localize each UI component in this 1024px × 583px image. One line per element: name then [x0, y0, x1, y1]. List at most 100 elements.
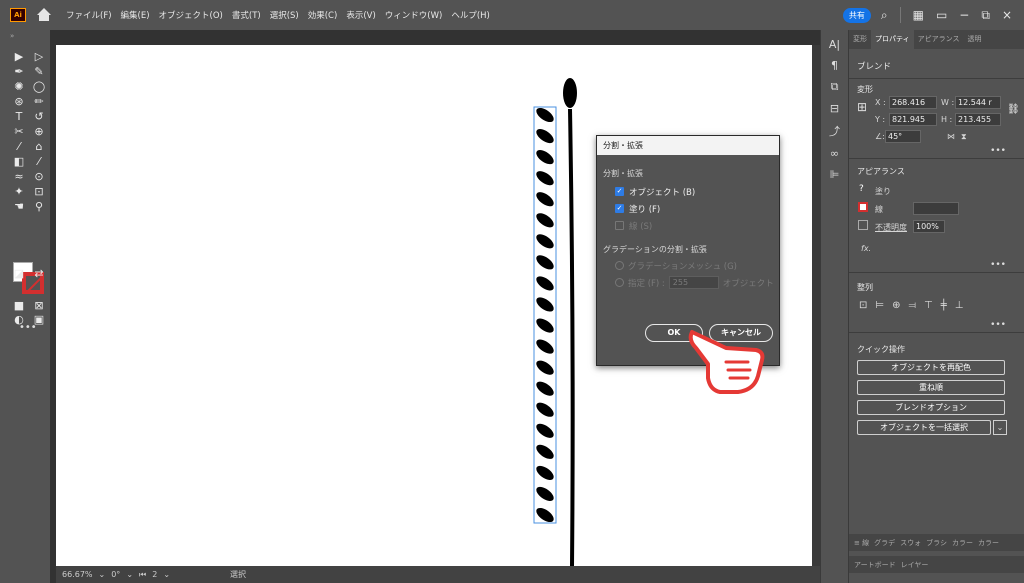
zoom-tool-icon[interactable]: ⚲: [32, 200, 46, 213]
chevron-down-icon[interactable]: ⌄: [126, 570, 133, 579]
more-options-icon[interactable]: •••: [990, 320, 1006, 330]
recolor-button[interactable]: オブジェクトを再配色: [857, 360, 1005, 375]
arrange-button[interactable]: 重ね順: [857, 380, 1005, 395]
fill-checkbox[interactable]: ✓: [615, 204, 624, 213]
align-right-icon[interactable]: ⫤: [909, 300, 917, 311]
fill-option[interactable]: ✓ 塗り (F): [615, 200, 779, 217]
eyedropper-alt-tool-icon[interactable]: ⁄: [32, 155, 46, 168]
chevron-down-icon[interactable]: ⌄: [993, 420, 1007, 435]
opacity-input[interactable]: 100%: [913, 220, 945, 233]
menu-view[interactable]: 表示(V): [346, 9, 375, 21]
blend-tool-icon[interactable]: ≈: [12, 170, 26, 183]
menu-window[interactable]: ウィンドウ(W): [385, 9, 443, 21]
artboards-icon[interactable]: ⊟: [821, 102, 848, 115]
menu-help[interactable]: ヘルプ(H): [451, 9, 490, 21]
menu-type[interactable]: 書式(T): [232, 9, 261, 21]
object-checkbox[interactable]: ✓: [615, 187, 624, 196]
h-input[interactable]: 213.455: [955, 113, 1001, 126]
fill-swatch-icon[interactable]: ?: [859, 184, 864, 194]
curvature-tool-icon[interactable]: ✎: [32, 65, 46, 78]
tab-color-guide[interactable]: カラー: [978, 538, 999, 548]
arrange-documents-icon[interactable]: ▭: [936, 8, 947, 22]
live-paint-tool-icon[interactable]: ⌂: [32, 140, 46, 153]
artboard-tool-icon[interactable]: ⊡: [32, 185, 46, 198]
select-same-button[interactable]: オブジェクトを一括選択: [857, 420, 991, 435]
tab-transform[interactable]: 変形: [849, 30, 871, 49]
stroke-weight-input[interactable]: [913, 202, 959, 215]
tab-layers[interactable]: レイヤー: [901, 560, 929, 570]
more-options-icon[interactable]: •••: [990, 146, 1006, 156]
x-input[interactable]: 268.416: [889, 96, 937, 109]
selection-bounding-box[interactable]: [533, 106, 557, 524]
none-mode-icon[interactable]: ⊠: [32, 299, 46, 312]
more-options-icon[interactable]: •••: [990, 260, 1006, 270]
opacity-label[interactable]: 不透明度: [875, 222, 907, 233]
tab-transparency[interactable]: 透明: [963, 30, 985, 49]
scissors-tool-icon[interactable]: ✂: [12, 125, 26, 138]
gradient-tool-icon[interactable]: ◧: [12, 155, 26, 168]
search-icon[interactable]: ⌕: [881, 8, 888, 23]
flip-vertical-icon[interactable]: ⧗: [961, 132, 967, 142]
menu-object[interactable]: オブジェクト(O): [159, 9, 223, 21]
tab-swatches[interactable]: スウォ: [900, 538, 921, 548]
w-input[interactable]: 12.544 r: [955, 96, 1001, 109]
y-input[interactable]: 821.945: [889, 113, 937, 126]
reference-point-icon[interactable]: ⊞: [857, 100, 867, 114]
artboard-number[interactable]: 2: [152, 570, 157, 579]
align-bottom-icon[interactable]: ⊥: [955, 300, 964, 311]
align-top-icon[interactable]: ⊤: [924, 300, 933, 311]
swap-colors-icon[interactable]: ⇄: [32, 267, 46, 280]
close-button[interactable]: ×: [1002, 8, 1012, 22]
puppet-warp-tool-icon[interactable]: ✦: [12, 185, 26, 198]
pen-tool-icon[interactable]: ✒: [12, 65, 26, 78]
tab-properties[interactable]: プロパティ: [871, 30, 914, 49]
stroke-swatch-icon[interactable]: [858, 202, 868, 212]
menu-file[interactable]: ファイル(F): [66, 9, 112, 21]
type-tool-icon[interactable]: T: [12, 110, 26, 123]
eyedropper-tool-icon[interactable]: ⁄: [12, 140, 26, 153]
align-middle-icon[interactable]: ╪: [941, 300, 947, 311]
menu-edit[interactable]: 編集(E): [121, 9, 150, 21]
align-left-icon[interactable]: ⊨: [875, 300, 884, 311]
minimize-button[interactable]: −: [959, 8, 969, 22]
zoom-level[interactable]: 66.67%: [62, 570, 93, 579]
vertical-scrollbar[interactable]: [812, 45, 820, 566]
flip-horizontal-icon[interactable]: ⋈: [947, 132, 955, 141]
direct-selection-tool-icon[interactable]: ▷: [32, 50, 46, 63]
rotation-value[interactable]: 0°: [111, 570, 120, 579]
restore-button[interactable]: ⧉: [981, 8, 990, 23]
tab-brushes[interactable]: ブラシ: [926, 538, 947, 548]
chevron-down-icon[interactable]: ⌄: [99, 570, 106, 579]
tab-artboards[interactable]: アートボード: [854, 560, 896, 570]
chevron-down-icon[interactable]: ⌄: [163, 570, 170, 579]
character-panel-icon[interactable]: A|: [821, 38, 848, 51]
blob-brush-tool-icon[interactable]: ✺: [12, 80, 26, 93]
rotate-tool-icon[interactable]: ↺: [32, 110, 46, 123]
workspace-icon[interactable]: ▦: [913, 8, 924, 22]
blend-options-button[interactable]: ブレンドオプション: [857, 400, 1005, 415]
angle-input[interactable]: 45°: [885, 130, 921, 143]
menu-select[interactable]: 選択(S): [270, 9, 299, 21]
ellipse-tool-icon[interactable]: ◯: [32, 80, 46, 93]
pencil-tool-icon[interactable]: ✏: [32, 95, 46, 108]
paragraph-panel-icon[interactable]: ¶: [821, 59, 848, 72]
fx-button[interactable]: fx.: [861, 244, 871, 253]
color-mode-icon[interactable]: ■: [12, 299, 26, 312]
link-proportions-icon[interactable]: ⛓: [1007, 104, 1020, 115]
align-to-icon[interactable]: ⊡: [859, 300, 867, 311]
align-icon[interactable]: ⊫: [821, 168, 848, 181]
symbol-tool-icon[interactable]: ⊛: [12, 95, 26, 108]
more-tools-icon[interactable]: •••: [19, 322, 37, 333]
menu-effect[interactable]: 効果(C): [308, 9, 338, 21]
align-center-icon[interactable]: ⊕: [892, 300, 900, 311]
shape-builder-tool-icon[interactable]: ⊕: [32, 125, 46, 138]
home-icon[interactable]: [36, 8, 52, 22]
layers-icon[interactable]: ⧉: [821, 80, 848, 94]
first-artboard-icon[interactable]: ⏮: [139, 570, 146, 580]
tab-gradient[interactable]: グラデ: [874, 538, 895, 548]
default-colors-icon[interactable]: ◪: [12, 267, 26, 280]
tab-color[interactable]: カラー: [952, 538, 973, 548]
object-option[interactable]: ✓ オブジェクト (B): [615, 183, 779, 200]
symbol-sprayer-tool-icon[interactable]: ⊙: [32, 170, 46, 183]
selection-tool-icon[interactable]: ▶: [12, 50, 26, 63]
